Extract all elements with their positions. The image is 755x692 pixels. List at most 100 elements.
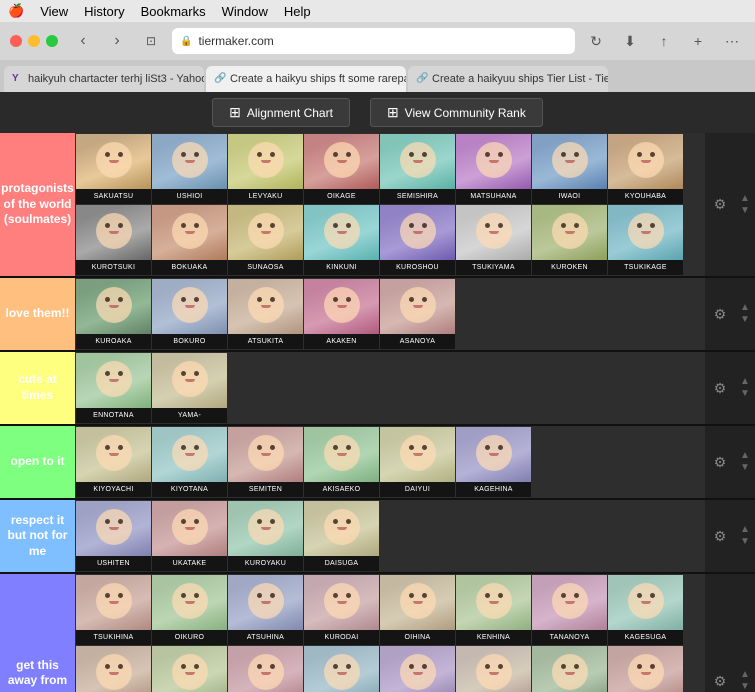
download-button[interactable]: ⬇ [617,28,643,54]
tier-up-arrow-tier-getaway[interactable]: ▲ [740,670,750,680]
tier-cards-tier-cute: ENNOTANA YAMA- [75,352,705,424]
address-bar[interactable]: 🔒 tiermaker.com [172,28,575,54]
card-kiyotana[interactable]: KIYOTANA [152,427,227,497]
tier-settings-tier-protagonists[interactable]: ⚙ [705,133,735,276]
card-iwaoi[interactable]: IWAOI [532,134,607,204]
card-atsukita[interactable]: ATSUKITA [228,279,303,349]
card-atsuhina[interactable]: ATSUHINA [228,575,303,645]
back-button[interactable]: ‹ [70,28,96,54]
card-kurodai[interactable]: KURODAI [304,575,379,645]
reader-button[interactable]: ⊡ [138,28,164,54]
card-name-oikuro: OIKURO [152,630,227,645]
card-tananoya[interactable]: TANANOYA [532,575,607,645]
card-akaken[interactable]: AKAKEN [304,279,379,349]
card-bokuaka[interactable]: BOKUAKA [152,205,227,275]
card-ushioi[interactable]: USHIOI [152,134,227,204]
card-shoumika[interactable]: SHOUMIKA [152,646,227,692]
card-oikage[interactable]: OIKAGE [304,134,379,204]
card-kinkuni[interactable]: KINKUNI [304,205,379,275]
tier-down-arrow-tier-protagonists[interactable]: ▼ [740,206,750,216]
card-daiyui[interactable]: DAIYUI [380,427,455,497]
forward-button[interactable]: › [104,28,130,54]
menu-window[interactable]: Window [222,4,268,19]
menu-bookmarks[interactable]: Bookmarks [141,4,206,19]
card-kyouhaba[interactable]: KYOUHABA [608,134,683,204]
alignment-chart-button[interactable]: ⊞ Alignment Chart [212,98,350,127]
apple-menu[interactable]: 🍎 [8,3,24,19]
tier-settings-tier-respect[interactable]: ⚙ [705,500,735,572]
tier-up-arrow-tier-cute[interactable]: ▲ [740,377,750,387]
tier-arrows-tier-open: ▲▼ [735,426,755,498]
card-ennotana[interactable]: ENNOTANA [76,353,151,423]
card-ushisaku[interactable]: USHISAKU [456,646,531,692]
card-kagesuga[interactable]: KAGESUGA [608,575,683,645]
card-name-oihina: OIHINA [380,630,455,645]
card-kuroken[interactable]: KUROKEN [532,205,607,275]
minimize-button[interactable] [28,35,40,47]
card-bokuro[interactable]: BOKURO [152,279,227,349]
card-kenhina[interactable]: KENHINA [456,575,531,645]
card-sunaosa[interactable]: SUNAOSA [228,205,303,275]
tier-down-arrow-tier-open[interactable]: ▼ [740,463,750,473]
sidebar-button[interactable]: ⋯ [719,28,745,54]
tier-up-arrow-tier-love[interactable]: ▲ [740,303,750,313]
card-tsukiyama[interactable]: TSUKIYAMA [456,205,531,275]
tier-down-arrow-tier-getaway[interactable]: ▼ [740,682,750,692]
share-button[interactable]: ↑ [651,28,677,54]
tab-3[interactable]: 🔗 Create a haikyuu ships Tier List - Tie… [408,66,608,92]
card-kuroaka[interactable]: KUROAKA [76,279,151,349]
card-semiten[interactable]: SEMITEN [228,427,303,497]
card-ukatake[interactable]: UKATAKE [152,501,227,571]
tier-up-arrow-tier-respect[interactable]: ▲ [740,525,750,535]
card-kiyoyachi[interactable]: KIYOYACHI [76,427,151,497]
card-akisaeko[interactable]: AKISAEKO [304,427,379,497]
card-kinonoya[interactable]: KINONOYA [380,646,455,692]
reload-button[interactable]: ↻ [583,28,609,54]
menu-history[interactable]: History [84,4,124,19]
tab-2[interactable]: 🔗 Create a haikyu ships ft some rarepair… [206,66,406,92]
card-oisuga[interactable]: OISUGA [608,646,683,692]
card-daisuga[interactable]: DAISUGA [304,501,379,571]
card-tsukihina[interactable]: TSUKIHINA [76,575,151,645]
tier-settings-tier-getaway[interactable]: ⚙ [705,574,735,692]
tier-down-arrow-tier-cute[interactable]: ▼ [740,389,750,399]
menu-help[interactable]: Help [284,4,311,19]
card-semishira[interactable]: SEMISHIRA [380,134,455,204]
tier-settings-tier-open[interactable]: ⚙ [705,426,735,498]
card-name-oikage: OIKAGE [304,189,379,204]
tier-settings-tier-love[interactable]: ⚙ [705,278,735,350]
card-img-tsukikage [608,205,683,260]
tier-down-arrow-tier-love[interactable]: ▼ [740,315,750,325]
card-asanoya[interactable]: ASANOYA [380,279,455,349]
card-img-atsukita [228,279,303,334]
card-oikuro[interactable]: OIKURO [152,575,227,645]
card-oihina[interactable]: OIHINA [380,575,455,645]
card-ushihina[interactable]: USHIHINA [76,646,151,692]
tab-1[interactable]: Y haikyuh chartacter terhj liSt3 - Yahoo… [4,66,204,92]
card-iwadai[interactable]: IWADAI [304,646,379,692]
card-levyaku[interactable]: LEVYAKU [228,134,303,204]
close-button[interactable] [10,35,22,47]
card-name-sakuatsu: SAKUATSU [76,189,151,204]
view-community-rank-button[interactable]: ⊞ View Community Rank [370,98,543,127]
card-yama-[interactable]: YAMA- [152,353,227,423]
card-ushiten[interactable]: USHITEN [76,501,151,571]
card-matsuhana[interactable]: MATSUHANA [456,134,531,204]
maximize-button[interactable] [46,35,58,47]
card-kuroyaku[interactable]: KUROYAKU [228,501,303,571]
card-yamayachi[interactable]: YAMAYACHI [228,646,303,692]
card-osaaka[interactable]: OSAAKA [532,646,607,692]
tier-up-arrow-tier-open[interactable]: ▲ [740,451,750,461]
tier-settings-tier-cute[interactable]: ⚙ [705,352,735,424]
tier-up-arrow-tier-protagonists[interactable]: ▲ [740,194,750,204]
card-sakuatsu[interactable]: SAKUATSU [76,134,151,204]
tier-down-arrow-tier-respect[interactable]: ▼ [740,537,750,547]
new-tab-button[interactable]: + [685,28,711,54]
card-img-shoumika [152,646,227,692]
card-kuroshou[interactable]: KUROSHOU [380,205,455,275]
tabs-bar: Y haikyuh chartacter terhj liSt3 - Yahoo… [0,60,755,92]
card-kurotsuki[interactable]: KUROTSUKI [76,205,151,275]
card-tsukikage[interactable]: TSUKIKAGE [608,205,683,275]
card-kagehina[interactable]: KAGEHINA [456,427,531,497]
menu-view[interactable]: View [40,4,68,19]
